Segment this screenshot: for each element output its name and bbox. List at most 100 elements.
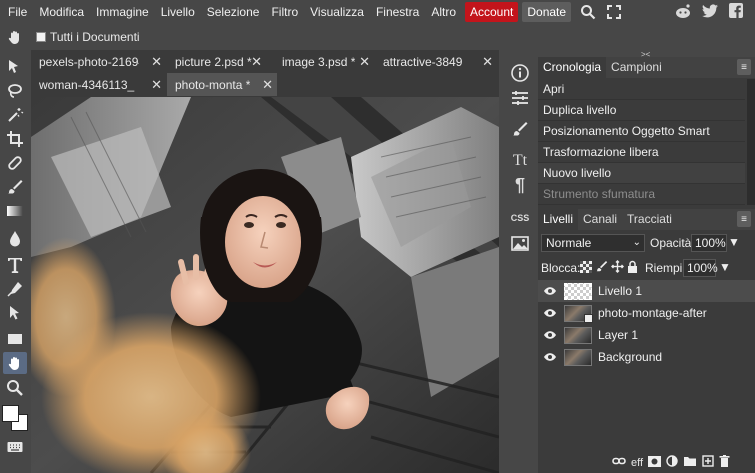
foreground-color-swatch[interactable]	[2, 405, 19, 422]
eye-icon[interactable]	[538, 330, 562, 340]
tab-canali[interactable]: Canali	[578, 209, 622, 230]
photo-montage-image	[31, 97, 499, 473]
lasso-tool-icon[interactable]	[3, 80, 27, 102]
lock-position-icon[interactable]	[611, 260, 624, 276]
lock-all-icon[interactable]	[627, 260, 638, 276]
layer-row-selected[interactable]: Livello 1	[538, 280, 755, 302]
tab-tracciati[interactable]: Tracciati	[622, 209, 677, 230]
brush-settings-icon[interactable]	[509, 118, 531, 140]
blur-tool-icon[interactable]	[3, 228, 27, 250]
opacity-input[interactable]: 100%	[691, 234, 727, 252]
css-icon[interactable]: CSS	[509, 207, 531, 229]
reddit-icon[interactable]	[674, 3, 692, 22]
menu-modifica[interactable]: Modifica	[33, 2, 90, 22]
tab-document[interactable]: woman-4346113_ ✕	[31, 73, 166, 96]
link-layers-icon[interactable]	[612, 456, 626, 469]
layer-row[interactable]: Layer 1	[538, 324, 755, 346]
tab-document[interactable]: image 3.psd * ✕	[274, 50, 374, 73]
search-icon[interactable]	[579, 3, 597, 21]
menu-immagine[interactable]: Immagine	[90, 2, 155, 22]
tools-panel	[0, 50, 30, 473]
layers-menu-icon[interactable]: ≡	[737, 211, 751, 227]
lock-pixels-icon[interactable]	[596, 260, 608, 276]
type-tool-icon[interactable]	[3, 254, 27, 276]
menu-visualizza[interactable]: Visualizza	[304, 2, 370, 22]
tab-document[interactable]: pexels-photo-21694 ✕	[31, 50, 166, 73]
history-scrollbar[interactable]	[747, 79, 755, 205]
all-documents-label: Tutti i Documenti	[50, 30, 140, 44]
tab-document[interactable]: picture 2.psd * ✕	[167, 50, 266, 73]
pen-tool-icon[interactable]	[3, 278, 27, 300]
menu-livello[interactable]: Livello	[155, 2, 201, 22]
facebook-icon[interactable]	[729, 3, 743, 21]
magic-wand-tool-icon[interactable]	[3, 104, 27, 126]
menu-filtro[interactable]: Filtro	[265, 2, 304, 22]
lock-transparency-icon[interactable]	[580, 261, 592, 276]
tab-document-active[interactable]: photo-monta * ✕	[167, 73, 277, 96]
layer-row[interactable]: Background	[538, 346, 755, 368]
donate-button[interactable]: Donate	[522, 2, 572, 22]
tab-livelli[interactable]: Livelli	[538, 209, 579, 230]
account-button[interactable]: Account	[465, 2, 519, 22]
close-icon[interactable]: ✕	[482, 54, 493, 70]
path-select-tool-icon[interactable]	[3, 302, 27, 324]
hand-icon	[0, 29, 30, 45]
close-icon[interactable]: ✕	[262, 77, 273, 93]
hand-tool-icon[interactable]	[3, 352, 27, 374]
fill-input[interactable]: 100%	[683, 259, 718, 277]
adjustment-layer-icon[interactable]	[666, 455, 678, 470]
move-tool-icon[interactable]	[3, 56, 27, 78]
color-swatches[interactable]	[2, 404, 30, 434]
history-item[interactable]: Duplica livello	[538, 100, 745, 121]
close-icon[interactable]: ✕	[151, 54, 162, 70]
fullscreen-icon[interactable]	[605, 3, 623, 21]
history-item[interactable]: Apri	[538, 79, 745, 100]
history-item[interactable]: Trasformazione libera	[538, 142, 745, 163]
tab-campioni[interactable]: Campioni	[606, 57, 667, 78]
close-icon[interactable]: ✕	[359, 54, 370, 70]
twitter-icon[interactable]	[702, 3, 719, 21]
rectangle-tool-icon[interactable]	[3, 328, 27, 350]
all-documents-checkbox[interactable]	[36, 32, 46, 42]
photopea-app: File Modifica Immagine Livello Selezione…	[0, 0, 755, 473]
brush-tool-icon[interactable]	[3, 176, 27, 198]
keyboard-icon[interactable]	[3, 436, 27, 458]
document-tabs: pexels-photo-21694 ✕ picture 2.psd * ✕ i…	[31, 50, 499, 97]
healing-tool-icon[interactable]	[3, 152, 27, 174]
info-icon[interactable]	[509, 62, 531, 84]
image-icon[interactable]	[509, 232, 531, 254]
history-item-current[interactable]: Nuovo livello	[538, 163, 745, 184]
layer-mask-icon[interactable]	[648, 455, 662, 470]
history-item-undone[interactable]: Strumento sfumatura	[538, 184, 745, 205]
panel-icon-strip: Tt ¶ CSS	[503, 50, 537, 473]
new-layer-icon[interactable]	[702, 455, 714, 470]
eye-icon[interactable]	[538, 352, 562, 362]
document-canvas[interactable]	[31, 97, 499, 473]
crop-tool-icon[interactable]	[3, 128, 27, 150]
menu-altro[interactable]: Altro	[425, 2, 462, 22]
tab-document[interactable]: attractive-3849 ✕	[375, 50, 497, 73]
tab-cronologia[interactable]: Cronologia	[538, 57, 607, 78]
paragraph-icon[interactable]: ¶	[509, 174, 531, 196]
fill-dropdown-icon[interactable]: ▼	[719, 260, 731, 274]
gradient-tool-icon[interactable]	[3, 200, 27, 222]
history-item[interactable]: Posizionamento Oggetto Smart	[538, 121, 745, 142]
layer-row[interactable]: photo-montage-after	[538, 302, 755, 324]
right-panel: Cronologia Campioni ≡ Apri Duplica livel…	[538, 57, 755, 473]
history-menu-icon[interactable]: ≡	[737, 59, 751, 75]
zoom-tool-icon[interactable]	[3, 377, 27, 399]
blend-mode-select[interactable]: Normale ⌄	[541, 234, 645, 252]
delete-layer-icon[interactable]	[719, 455, 730, 470]
effects-button[interactable]: eff	[631, 457, 643, 469]
eye-icon[interactable]	[538, 286, 562, 296]
menu-file[interactable]: File	[2, 2, 33, 22]
character-icon[interactable]: Tt	[509, 150, 531, 172]
menu-finestra[interactable]: Finestra	[370, 2, 425, 22]
close-icon[interactable]: ✕	[251, 54, 262, 70]
new-group-icon[interactable]	[683, 456, 697, 470]
eye-icon[interactable]	[538, 308, 562, 318]
opacity-dropdown-icon[interactable]: ▼	[728, 235, 740, 249]
close-icon[interactable]: ✕	[151, 77, 162, 93]
menu-selezione[interactable]: Selezione	[201, 2, 266, 22]
adjustments-icon[interactable]	[509, 87, 531, 109]
